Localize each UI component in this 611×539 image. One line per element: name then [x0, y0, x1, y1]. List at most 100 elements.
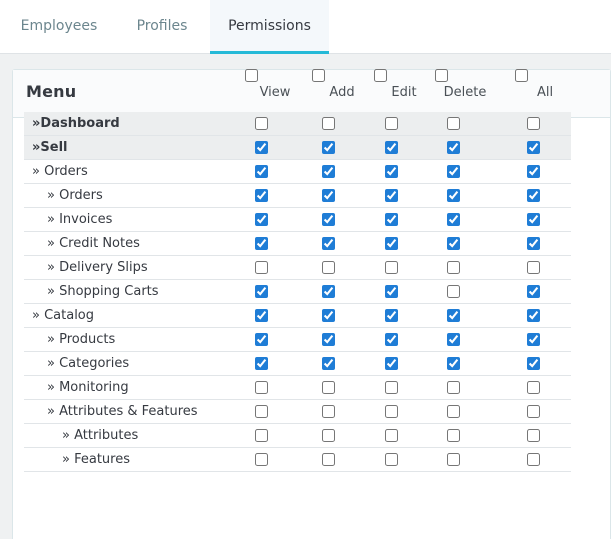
all-permission-checkbox[interactable]: [527, 381, 540, 394]
permission-row-label: » Categories: [47, 356, 130, 371]
permission-row-label: » Orders: [32, 164, 88, 179]
view-permission-checkbox[interactable]: [255, 165, 268, 178]
delete-permission-checkbox[interactable]: [447, 429, 460, 442]
view-permission-checkbox[interactable]: [255, 189, 268, 202]
column-header-all: All: [515, 69, 575, 100]
view-permission-checkbox[interactable]: [255, 261, 268, 274]
delete-permission-checkbox[interactable]: [447, 165, 460, 178]
permission-row: » Monitoring: [24, 376, 571, 400]
add-permission-checkbox[interactable]: [322, 141, 335, 154]
select-all-view-checkbox[interactable]: [245, 69, 258, 82]
delete-permission-checkbox[interactable]: [447, 381, 460, 394]
view-permission-checkbox[interactable]: [255, 213, 268, 226]
delete-permission-checkbox[interactable]: [447, 189, 460, 202]
edit-permission-checkbox[interactable]: [385, 117, 398, 130]
view-permission-checkbox[interactable]: [255, 381, 268, 394]
view-permission-checkbox[interactable]: [255, 429, 268, 442]
view-permission-checkbox[interactable]: [255, 285, 268, 298]
all-permission-checkbox[interactable]: [527, 309, 540, 322]
edit-permission-checkbox[interactable]: [385, 261, 398, 274]
edit-permission-checkbox[interactable]: [385, 309, 398, 322]
permission-row: » Catalog: [24, 304, 571, 328]
edit-permission-checkbox[interactable]: [385, 141, 398, 154]
all-permission-checkbox[interactable]: [527, 261, 540, 274]
edit-permission-checkbox[interactable]: [385, 213, 398, 226]
edit-permission-checkbox[interactable]: [385, 381, 398, 394]
edit-permission-checkbox[interactable]: [385, 165, 398, 178]
all-permission-checkbox[interactable]: [527, 189, 540, 202]
tab-employees[interactable]: Employees: [4, 0, 114, 54]
add-permission-checkbox[interactable]: [322, 213, 335, 226]
view-permission-checkbox[interactable]: [255, 237, 268, 250]
view-permission-checkbox[interactable]: [255, 405, 268, 418]
delete-permission-checkbox[interactable]: [447, 405, 460, 418]
edit-permission-checkbox[interactable]: [385, 453, 398, 466]
permission-row: » Categories: [24, 352, 571, 376]
select-all-edit-checkbox[interactable]: [374, 69, 387, 82]
add-permission-checkbox[interactable]: [322, 237, 335, 250]
permission-row-label: » Monitoring: [47, 380, 129, 395]
select-all-all-checkbox[interactable]: [515, 69, 528, 82]
permission-rows: »Dashboard »Sell » Orders » Orders » Invoice…: [24, 112, 571, 472]
delete-permission-checkbox[interactable]: [447, 333, 460, 346]
all-permission-checkbox[interactable]: [527, 141, 540, 154]
delete-permission-checkbox[interactable]: [447, 285, 460, 298]
delete-permission-checkbox[interactable]: [447, 357, 460, 370]
view-permission-checkbox[interactable]: [255, 141, 268, 154]
edit-permission-checkbox[interactable]: [385, 285, 398, 298]
all-permission-checkbox[interactable]: [527, 405, 540, 418]
permission-row: »Sell: [24, 136, 571, 160]
add-permission-checkbox[interactable]: [322, 429, 335, 442]
all-permission-checkbox[interactable]: [527, 429, 540, 442]
all-permission-checkbox[interactable]: [527, 165, 540, 178]
permission-row-label: » Credit Notes: [47, 236, 140, 251]
permission-row: » Orders: [24, 160, 571, 184]
select-all-delete-checkbox[interactable]: [435, 69, 448, 82]
delete-permission-checkbox[interactable]: [447, 117, 460, 130]
edit-permission-checkbox[interactable]: [385, 333, 398, 346]
column-label: Delete: [443, 85, 487, 100]
delete-permission-checkbox[interactable]: [447, 261, 460, 274]
column-header-edit: Edit: [374, 69, 434, 100]
select-all-add-checkbox[interactable]: [312, 69, 325, 82]
view-permission-checkbox[interactable]: [255, 309, 268, 322]
delete-permission-checkbox[interactable]: [447, 141, 460, 154]
all-permission-checkbox[interactable]: [527, 117, 540, 130]
permission-row-label: »Sell: [32, 140, 68, 155]
add-permission-checkbox[interactable]: [322, 381, 335, 394]
edit-permission-checkbox[interactable]: [385, 237, 398, 250]
permission-row: » Attributes & Features: [24, 400, 571, 424]
add-permission-checkbox[interactable]: [322, 117, 335, 130]
add-permission-checkbox[interactable]: [322, 357, 335, 370]
all-permission-checkbox[interactable]: [527, 453, 540, 466]
edit-permission-checkbox[interactable]: [385, 189, 398, 202]
edit-permission-checkbox[interactable]: [385, 357, 398, 370]
tab-profiles[interactable]: Profiles: [117, 0, 207, 54]
delete-permission-checkbox[interactable]: [447, 453, 460, 466]
add-permission-checkbox[interactable]: [322, 285, 335, 298]
edit-permission-checkbox[interactable]: [385, 429, 398, 442]
all-permission-checkbox[interactable]: [527, 333, 540, 346]
add-permission-checkbox[interactable]: [322, 333, 335, 346]
permission-row-label: » Delivery Slips: [47, 260, 148, 275]
all-permission-checkbox[interactable]: [527, 237, 540, 250]
column-label: Add: [329, 85, 355, 100]
view-permission-checkbox[interactable]: [255, 453, 268, 466]
delete-permission-checkbox[interactable]: [447, 237, 460, 250]
all-permission-checkbox[interactable]: [527, 285, 540, 298]
add-permission-checkbox[interactable]: [322, 189, 335, 202]
all-permission-checkbox[interactable]: [527, 213, 540, 226]
add-permission-checkbox[interactable]: [322, 405, 335, 418]
add-permission-checkbox[interactable]: [322, 309, 335, 322]
edit-permission-checkbox[interactable]: [385, 405, 398, 418]
tab-permissions[interactable]: Permissions: [210, 0, 329, 54]
delete-permission-checkbox[interactable]: [447, 309, 460, 322]
view-permission-checkbox[interactable]: [255, 117, 268, 130]
view-permission-checkbox[interactable]: [255, 333, 268, 346]
all-permission-checkbox[interactable]: [527, 357, 540, 370]
view-permission-checkbox[interactable]: [255, 357, 268, 370]
add-permission-checkbox[interactable]: [322, 165, 335, 178]
delete-permission-checkbox[interactable]: [447, 213, 460, 226]
add-permission-checkbox[interactable]: [322, 261, 335, 274]
add-permission-checkbox[interactable]: [322, 453, 335, 466]
